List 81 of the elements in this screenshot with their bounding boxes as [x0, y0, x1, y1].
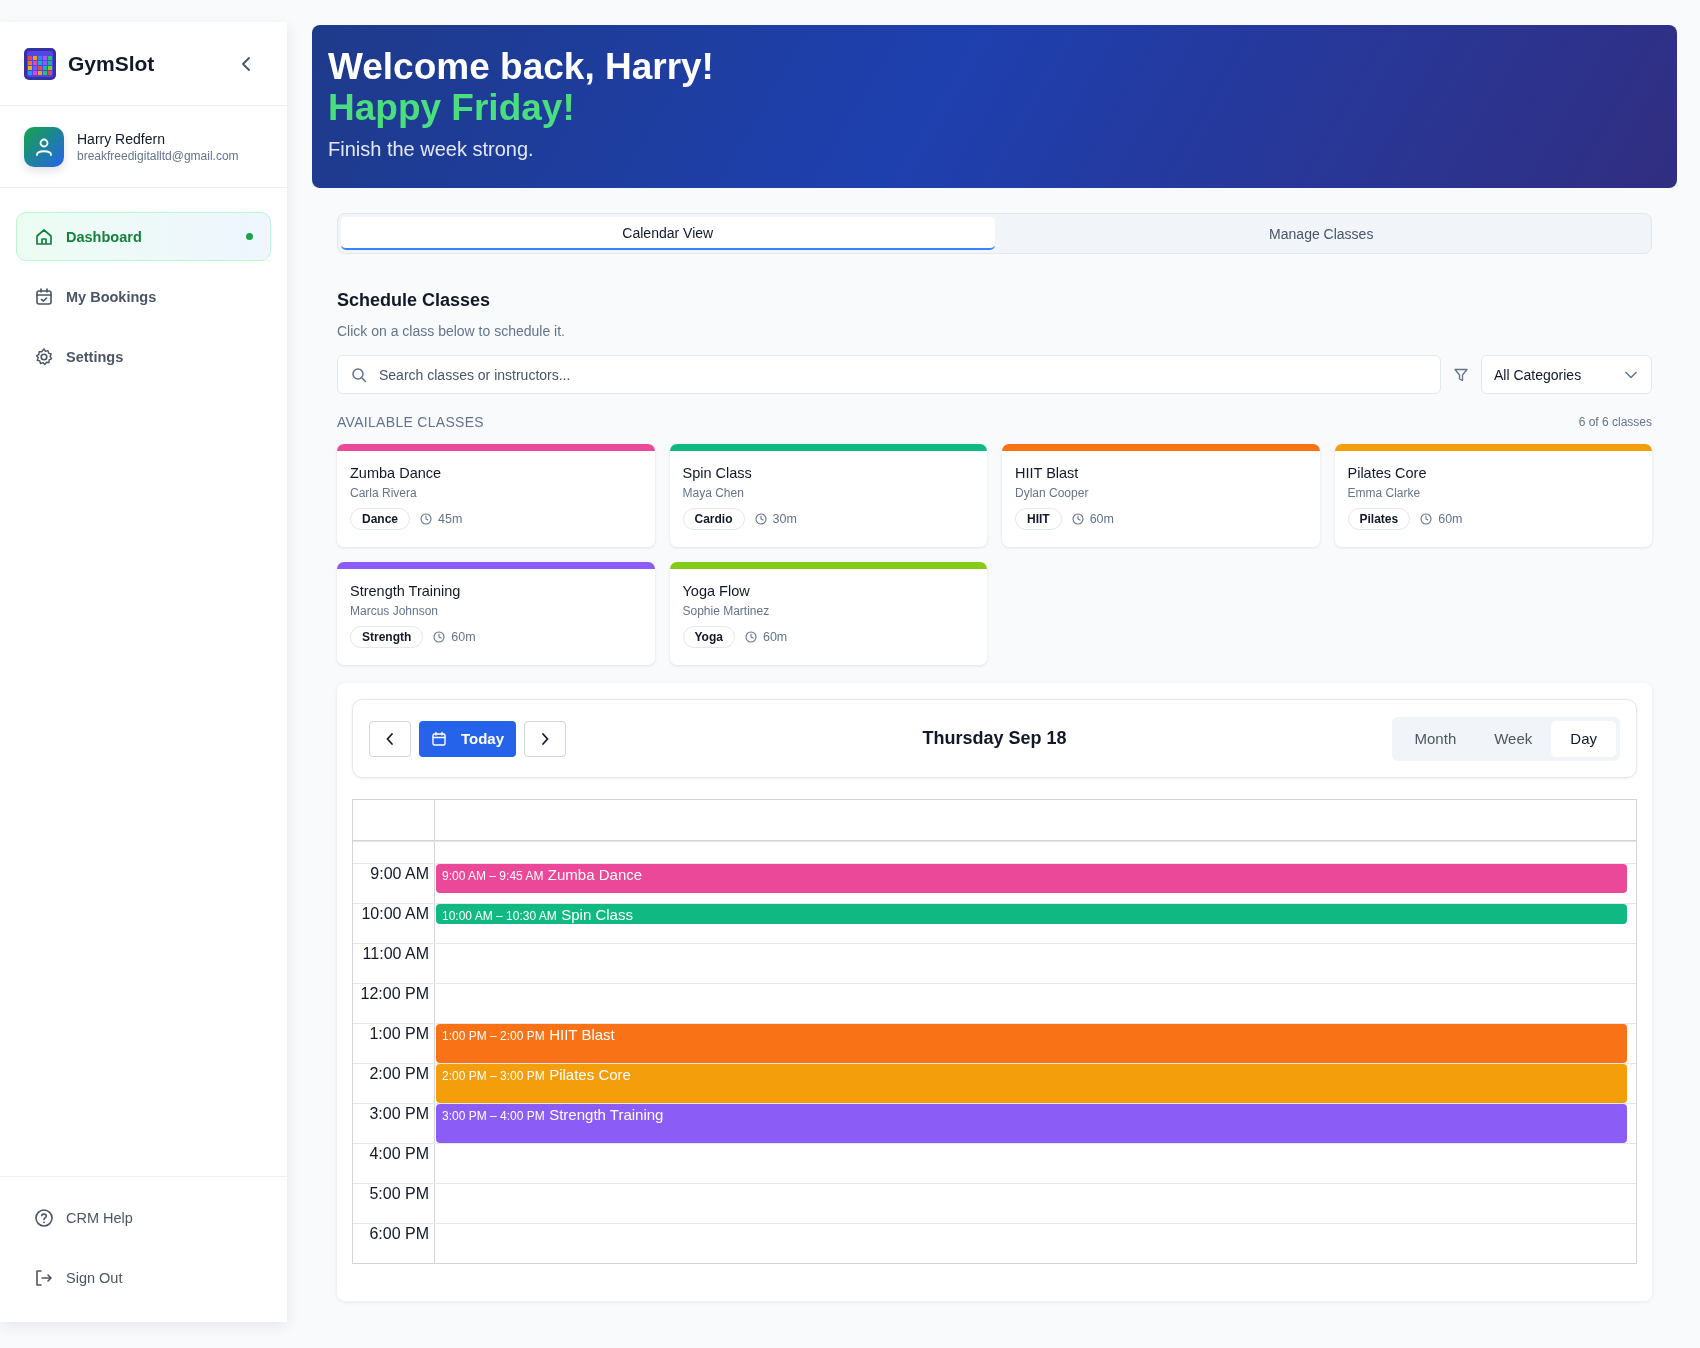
- nav-item[interactable]: Settings: [16, 332, 271, 381]
- duration: 60m: [1438, 512, 1463, 526]
- instructor-name: Emma Clarke: [1347, 486, 1422, 500]
- duration: 45m: [438, 512, 463, 526]
- calendar-icon: [430, 730, 447, 747]
- section-label: AVAILABLE CLASSES: [337, 414, 484, 430]
- calendar-event[interactable]: 9:00 AM – 9:45 AM Zumba Dance: [436, 864, 1627, 894]
- chevron-down-icon: [1625, 370, 1637, 379]
- search-icon: [351, 367, 367, 383]
- section-title: Schedule Classes: [337, 290, 492, 311]
- active-dot: [246, 233, 253, 240]
- sign-out-icon: [34, 1267, 54, 1288]
- duration: 60m: [451, 630, 476, 644]
- duration: 60m: [762, 630, 788, 644]
- duration: 60m: [1089, 512, 1114, 526]
- time-label: 1:00 PM: [369, 1024, 429, 1044]
- time-label: 9:00 AM: [370, 864, 429, 884]
- banner-title: Welcome back, Harry!: [328, 47, 715, 88]
- time-label: 5:00 PM: [369, 1184, 429, 1204]
- category-dropdown[interactable]: All Categories: [1481, 355, 1652, 394]
- brand-name: GymSlot: [68, 51, 156, 76]
- user-email: breakfreedigitalltd@gmail.com: [77, 148, 239, 163]
- chevron-left-icon: [386, 732, 394, 745]
- class-name: Yoga Flow: [682, 583, 751, 599]
- banner-subtitle: Finish the week strong.: [328, 138, 535, 162]
- class-name: HIIT Blast: [1015, 465, 1080, 481]
- clock-icon: [744, 631, 757, 643]
- time-label: 11:00 AM: [362, 944, 429, 964]
- class-card[interactable]: HIIT Blast Dylan Cooper HIIT 60m: [1002, 444, 1320, 547]
- view-tab[interactable]: Day: [1551, 720, 1616, 757]
- class-card[interactable]: Yoga Flow Sophie Martinez Yoga 60m: [669, 562, 987, 665]
- instructor-name: Maya Chen: [682, 486, 745, 500]
- instructor-name: Sophie Martinez: [682, 604, 771, 618]
- clock-icon: [420, 513, 433, 525]
- class-count: 6 of 6 classes: [1578, 415, 1652, 429]
- class-name: Pilates Core: [1347, 465, 1428, 481]
- help-icon: [34, 1207, 54, 1228]
- filter-icon[interactable]: [1453, 366, 1469, 383]
- clock-icon: [1071, 513, 1084, 525]
- time-label: 10:00 AM: [361, 904, 429, 924]
- time-label: 3:00 PM: [369, 1104, 429, 1124]
- clock-icon: [1420, 513, 1433, 525]
- footer-link[interactable]: Sign Out: [16, 1253, 271, 1302]
- instructor-name: Marcus Johnson: [350, 604, 440, 618]
- calendar-logo-icon: [24, 47, 56, 80]
- calendar-event[interactable]: 3:00 PM – 4:00 PM Strength Training: [436, 1104, 1627, 1143]
- home-icon: [34, 226, 54, 247]
- duration: 30m: [772, 512, 797, 526]
- view-tab[interactable]: Week: [1475, 720, 1552, 757]
- instructor-name: Dylan Cooper: [1015, 486, 1090, 500]
- calendar-date-title: Thursday Sep 18: [922, 728, 1067, 749]
- time-label: 4:00 PM: [369, 1144, 429, 1164]
- class-card[interactable]: Pilates Core Emma Clarke Pilates 60m: [1334, 444, 1652, 547]
- view-tab[interactable]: Month: [1395, 720, 1476, 757]
- time-label: 12:00 PM: [360, 984, 429, 1004]
- time-label: 6:00 PM: [369, 1224, 429, 1244]
- class-name: Strength Training: [350, 583, 462, 599]
- today-button[interactable]: Today: [419, 720, 516, 757]
- settings-icon: [34, 346, 54, 367]
- user-name: Harry Redfern: [77, 130, 166, 147]
- avatar: [24, 126, 64, 167]
- tab[interactable]: Manage Classes: [994, 217, 1648, 250]
- nav-item[interactable]: Dashboard: [16, 212, 271, 261]
- calendar-check-icon: [34, 286, 54, 307]
- instructor-name: Carla Rivera: [350, 486, 418, 500]
- tab[interactable]: Calendar View: [341, 217, 995, 250]
- footer-link[interactable]: CRM Help: [16, 1193, 271, 1242]
- clock-icon: [754, 513, 767, 525]
- class-card[interactable]: Zumba Dance Carla Rivera Dance 45m: [337, 444, 655, 547]
- class-card[interactable]: Spin Class Maya Chen Cardio 30m: [669, 444, 987, 547]
- chevron-left-icon[interactable]: [241, 56, 251, 71]
- nav-item[interactable]: My Bookings: [16, 272, 271, 321]
- chevron-right-icon: [541, 732, 549, 745]
- clock-icon: [433, 631, 446, 643]
- banner-greeting: Happy Friday!: [328, 87, 576, 129]
- class-name: Spin Class: [682, 465, 753, 481]
- class-card[interactable]: Strength Training Marcus Johnson Strength 60m: [337, 562, 655, 665]
- section-subtitle: Click on a class below to schedule it.: [337, 323, 566, 339]
- search-field[interactable]: Search classes or instructors...: [337, 355, 1441, 394]
- time-label: 2:00 PM: [369, 1064, 429, 1084]
- class-name: Zumba Dance: [350, 465, 443, 481]
